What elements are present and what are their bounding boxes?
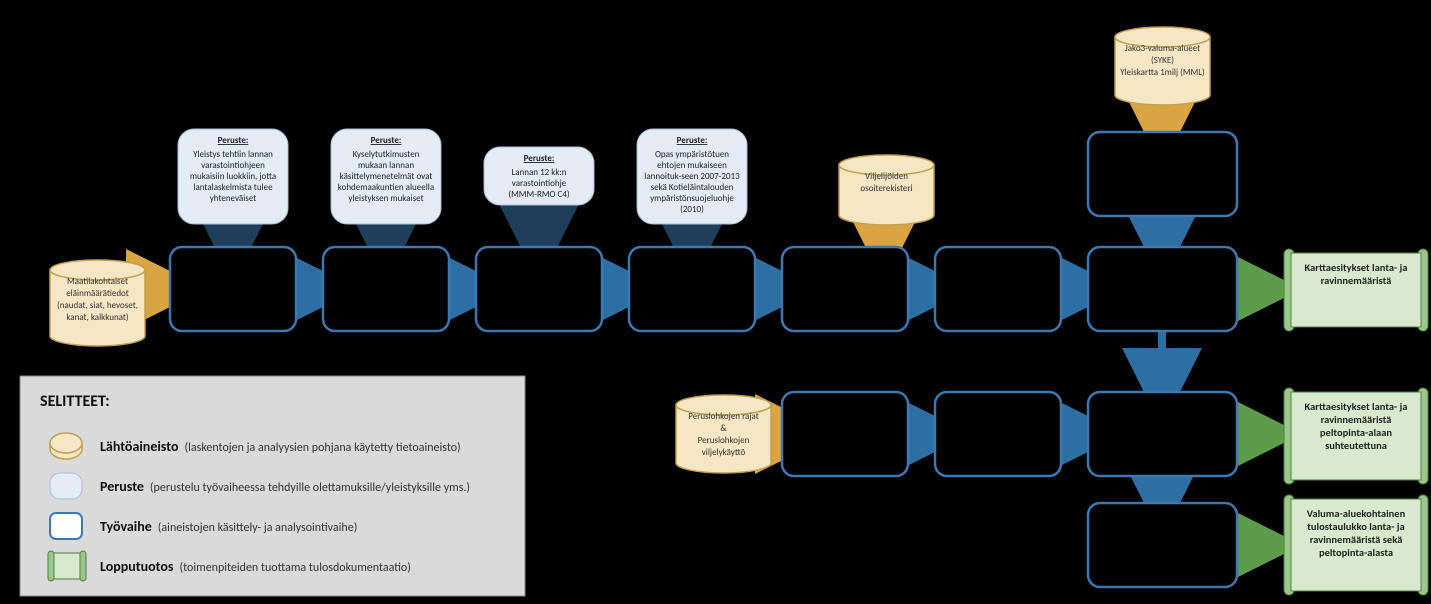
phase-2 [323, 247, 449, 331]
output-maps: Karttaesitykset lanta- jaravinnemääristä [1284, 249, 1428, 331]
phase-6 [935, 247, 1061, 331]
rationale-storage: Peruste: Lannan 12 kk:nvarastointiohje(MM… [484, 147, 594, 205]
phase-1 [170, 247, 296, 331]
legend-item-label: Työvaihe [100, 518, 152, 535]
base-plot-source: Peruslohkojen rajat&Peruslohkojenviljely… [676, 395, 771, 473]
rationale-guides-head: Peruste: [677, 135, 708, 146]
phase-7 [1088, 247, 1237, 331]
phase-3 [476, 247, 602, 331]
phase-8 [782, 392, 908, 476]
legend-item-label: Lähtöaineisto [100, 438, 179, 455]
farmer-address-register-source-label: osoiterekisteri [860, 183, 912, 194]
output-maps-per-area: Karttaesitykset lanta- jaravinnemääristä… [1284, 388, 1428, 484]
animal-data-source-label: kanat, kalkkunat) [66, 312, 129, 323]
animal-data-source: Maatilakohtaiseteläinmäärätiedot(naudat,… [50, 260, 145, 346]
legend-item-desc: (toimenpiteiden tuottama tulosdokumentaa… [180, 561, 411, 575]
legend-item-desc: (aineistojen käsittely- ja analysointiva… [158, 521, 358, 535]
animal-data-source-label: Maatilakohtaiset [67, 276, 128, 287]
phase-9 [935, 392, 1061, 476]
phase-4 [629, 247, 755, 331]
catchment-map-source-label: Yleiskartta 1milj (MML) [1120, 67, 1205, 78]
phase-10 [1088, 392, 1237, 476]
rationale-survey: Peruste:Kyselytutkimustenmukaan lannankä… [331, 129, 441, 224]
rationale-generalisation: Peruste:Yleistys tehtiin lannanvarastoin… [178, 129, 288, 224]
rationale-storage-head: Peruste: [524, 153, 555, 164]
base-plot-source-label: viljelykäyttö [702, 447, 746, 458]
farmer-address-register-source: Viljelijöidenosoiterekisteri [839, 155, 934, 225]
catchment-map-source-label: (SYKE) [1151, 55, 1174, 66]
output-table-label: Valuma-aluekohtainentulostaulukko lanta-… [1307, 507, 1406, 559]
catchment-map-source: Jako3-valuma-alueet(SYKE)Yleiskartta 1mi… [1115, 27, 1210, 105]
farmer-address-register-source-label: Viljelijöiden [865, 171, 908, 182]
rationale-survey-head: Peruste: [371, 135, 402, 146]
phase-5 [782, 247, 908, 331]
animal-data-source-label: (naudat, siat, hevoset, [57, 300, 138, 311]
legend-item-desc: (perustelu työvaiheessa tehdyille oletta… [150, 481, 470, 495]
phase-upper [1088, 132, 1237, 216]
animal-data-source-label: eläinmäärätiedot [66, 288, 129, 299]
rationale-generalisation-head: Peruste: [218, 135, 249, 146]
rationale-guides: Peruste:Opas ympäristötuenehtojen mukais… [637, 129, 747, 224]
legend-item-label: Peruste [100, 478, 144, 495]
catchment-map-source-label: Jako3-valuma-alueet [1125, 43, 1200, 54]
phase-11 [1088, 503, 1237, 587]
legend-item-label: Lopputuotos [100, 558, 174, 575]
base-plot-source-label: & [720, 423, 727, 434]
base-plot-source-label: Peruslohkojen rajat [688, 411, 758, 422]
output-table: Valuma-aluekohtainentulostaulukko lanta-… [1284, 495, 1428, 595]
legend-item-desc: (laskentojen ja analyysien pohjana käyte… [184, 441, 460, 455]
rationale-storage-body: Lannan 12 kk:nvarastointiohje(MMM-RMO C4… [508, 167, 570, 200]
base-plot-source-label: Peruslohkojen [698, 435, 750, 446]
legend-title: SELITTEET: [40, 392, 110, 411]
